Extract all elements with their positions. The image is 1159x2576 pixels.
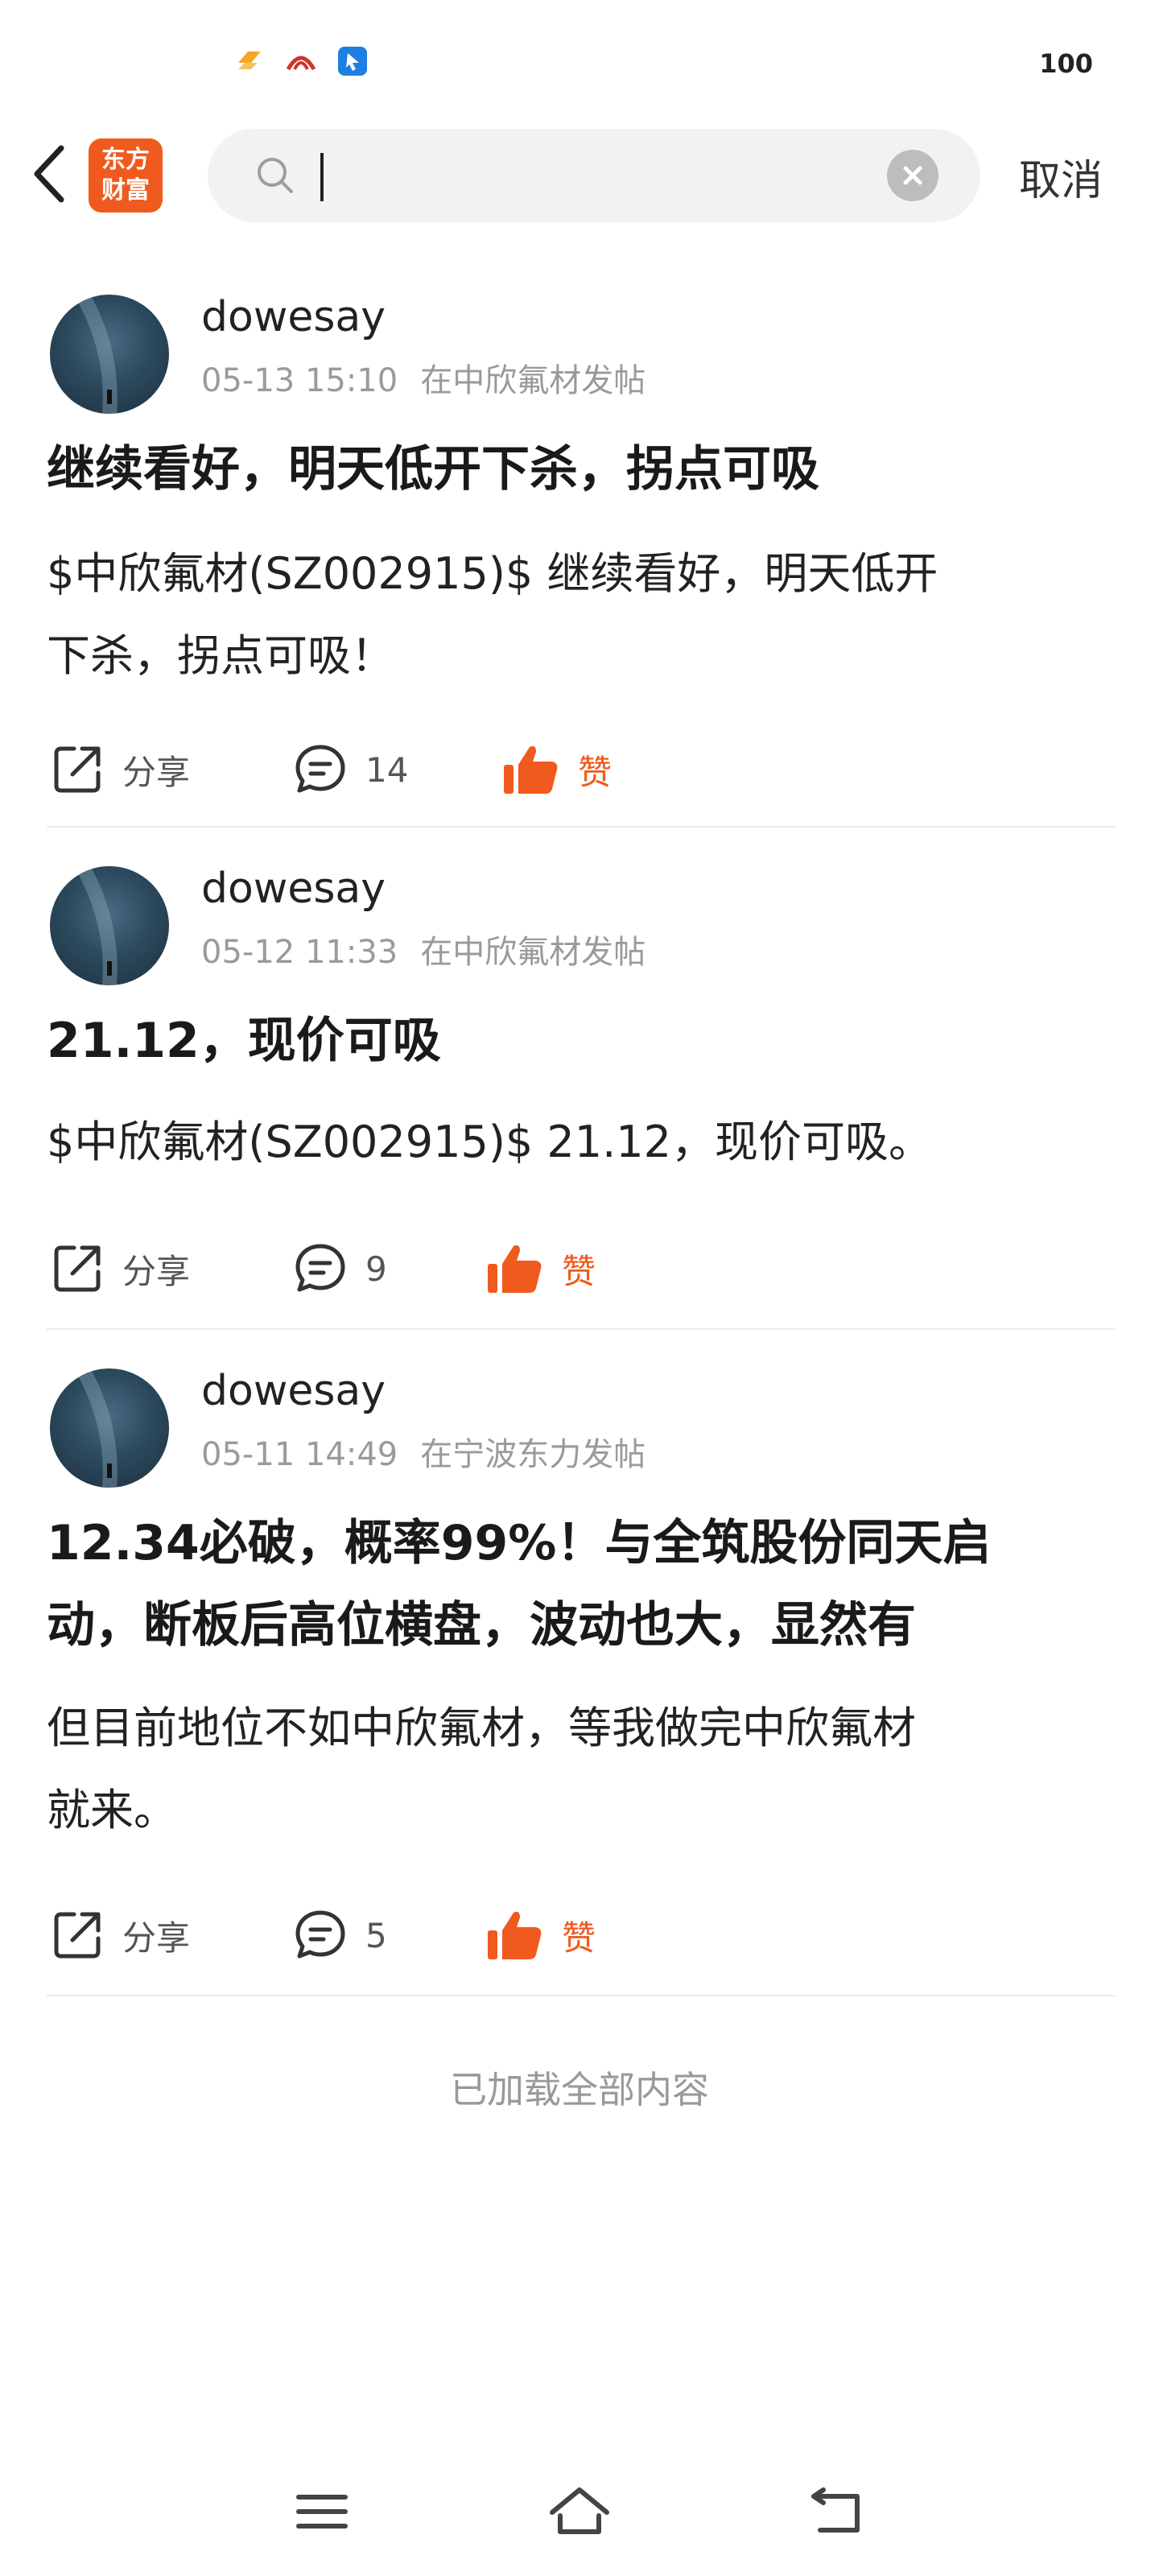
post-location: 在宁波东力发帖: [420, 1436, 646, 1473]
post-title[interactable]: 12.34必破，概率99%！与全筑股份同天启 动，断板后高位横盘，波动也大，显然…: [47, 1502, 1116, 1666]
comment-count: 5: [365, 1915, 387, 1955]
share-label: 分享: [122, 752, 191, 792]
post-time: 05-11 14:49: [201, 1436, 398, 1473]
username[interactable]: dowesay: [201, 865, 386, 913]
galaxy-avatar-icon: [76, 1368, 118, 1488]
status-bar: 100: [0, 0, 1159, 121]
app-logo[interactable]: 东方 财富: [89, 138, 163, 213]
comment-icon: [295, 1244, 345, 1292]
comment-button[interactable]: 14: [293, 729, 408, 810]
search-input[interactable]: [311, 148, 877, 204]
logo-line-1: 东方: [101, 146, 150, 174]
menu-icon: [296, 2495, 348, 2529]
content-line: 下杀，拐点可吸！: [47, 630, 394, 681]
share-icon: [54, 746, 101, 793]
system-nav-bar: [0, 2455, 1159, 2568]
like-button[interactable]: 赞: [502, 729, 612, 810]
like-label: 赞: [562, 1251, 596, 1291]
home-icon: [550, 2487, 609, 2534]
post-feed: dowesay 05-13 15:10 在中欣氟材发帖 继续看好，明天低开下杀，拐…: [47, 282, 1116, 1996]
close-icon: [903, 166, 922, 185]
post-actions: 分享 14 赞: [47, 729, 1116, 810]
end-of-list-note: 已加载全部内容: [450, 2068, 709, 2112]
post-item[interactable]: dowesay 05-13 15:10 在中欣氟材发帖 继续看好，明天低开下杀，拐…: [47, 282, 1116, 828]
logo-line-2: 财富: [101, 176, 150, 204]
post-item[interactable]: dowesay 05-12 11:33 在中欣氟材发帖 21.12，现价可吸 $中…: [47, 828, 1116, 1330]
thumbs-up-icon: [504, 745, 558, 794]
avatar[interactable]: [50, 866, 169, 985]
cancel-button[interactable]: 取消: [1019, 147, 1103, 207]
avatar[interactable]: [50, 1368, 169, 1488]
back-nav-button[interactable]: [797, 2479, 877, 2544]
post-time: 05-12 11:33: [201, 934, 398, 971]
share-button[interactable]: 分享: [50, 1228, 190, 1309]
post-content[interactable]: 但目前地位不如中欣氟材，等我做完中欣氟材 就来。: [47, 1687, 1116, 1852]
post-time: 05-13 15:10: [201, 362, 398, 399]
content-line: 但目前地位不如中欣氟材，等我做完中欣氟材: [47, 1703, 916, 1753]
clear-search-button[interactable]: [887, 150, 938, 201]
search-box[interactable]: [208, 129, 980, 222]
username[interactable]: dowesay: [201, 1367, 386, 1415]
post-title[interactable]: 21.12，现价可吸: [47, 1000, 1116, 1082]
back-button[interactable]: [24, 142, 72, 206]
thumbs-up-icon: [488, 1245, 542, 1293]
post-item[interactable]: dowesay 05-11 14:49 在宁波东力发帖 12.34必破，概率99%…: [47, 1330, 1116, 1996]
thumbs-up-icon: [488, 1911, 542, 1959]
menu-button[interactable]: [282, 2479, 362, 2544]
like-button[interactable]: 赞: [486, 1895, 596, 1975]
share-icon: [54, 1245, 101, 1292]
post-actions: 分享 9 赞: [47, 1228, 1116, 1309]
comment-count: 14: [365, 749, 409, 790]
app-notify-icon: [233, 45, 266, 77]
post-location: 在中欣氟材发帖: [420, 362, 646, 399]
like-label: 赞: [562, 1918, 596, 1958]
back-arrow-icon: [811, 2487, 860, 2533]
content-line: 就来。: [47, 1785, 177, 1835]
comment-icon: [295, 1910, 345, 1959]
title-line: 12.34必破，概率99%！与全筑股份同天启: [47, 1515, 992, 1571]
comment-icon: [295, 745, 345, 793]
post-meta: 05-11 14:49 在宁波东力发帖: [201, 1428, 645, 1475]
post-actions: 分享 5 赞: [47, 1895, 1116, 1975]
like-label: 赞: [578, 752, 612, 792]
comment-button[interactable]: 5: [293, 1895, 387, 1975]
chevron-left-icon: [34, 145, 64, 203]
content-line: $中欣氟材(SZ002915)$ 21.12，现价可吸。: [47, 1117, 933, 1167]
search-header: 东方 财富 取消: [0, 121, 1159, 233]
post-location: 在中欣氟材发帖: [420, 934, 646, 971]
content-line: $中欣氟材(SZ002915)$ 继续看好，明天低开: [47, 548, 938, 599]
post-content[interactable]: $中欣氟材(SZ002915)$ 继续看好，明天低开 下杀，拐点可吸！: [47, 533, 1116, 697]
share-label: 分享: [122, 1918, 191, 1958]
title-line: 动，断板后高位横盘，波动也大，显然有: [47, 1597, 916, 1653]
battery-level: 100: [1039, 48, 1093, 79]
home-button[interactable]: [539, 2479, 620, 2544]
notification-icons: [233, 45, 369, 77]
avatar[interactable]: [50, 295, 169, 414]
username[interactable]: dowesay: [201, 293, 386, 341]
like-button[interactable]: 赞: [486, 1228, 596, 1309]
app-blue-icon: [336, 45, 369, 77]
share-label: 分享: [122, 1251, 191, 1291]
galaxy-avatar-icon: [76, 866, 118, 985]
text-cursor: [320, 153, 324, 201]
post-meta: 05-13 15:10 在中欣氟材发帖: [201, 354, 645, 401]
galaxy-avatar-icon: [76, 295, 118, 414]
post-content[interactable]: $中欣氟材(SZ002915)$ 21.12，现价可吸。: [47, 1101, 1116, 1183]
app-red-icon: [285, 45, 317, 77]
post-meta: 05-12 11:33 在中欣氟材发帖: [201, 926, 645, 972]
share-icon: [54, 1912, 101, 1959]
search-icon: [258, 158, 293, 193]
share-button[interactable]: 分享: [50, 729, 190, 810]
share-button[interactable]: 分享: [50, 1895, 190, 1975]
comment-count: 9: [365, 1249, 387, 1289]
comment-button[interactable]: 9: [293, 1228, 387, 1309]
post-title[interactable]: 继续看好，明天低开下杀，拐点可吸: [47, 428, 1116, 510]
